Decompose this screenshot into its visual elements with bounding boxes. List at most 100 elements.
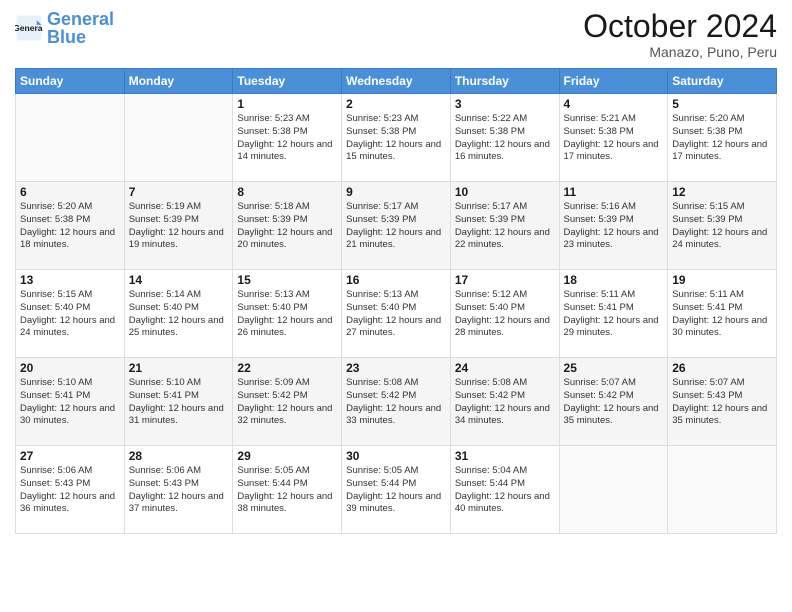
calendar-cell: 31 Sunrise: 5:04 AMSunset: 5:44 PMDayligh… [450, 446, 559, 534]
day-info: Sunrise: 5:13 AMSunset: 5:40 PMDaylight:… [237, 289, 337, 340]
calendar-week-row: 27 Sunrise: 5:06 AMSunset: 5:43 PMDayligh… [16, 446, 777, 534]
day-number: 24 [455, 361, 555, 375]
calendar-cell: 22 Sunrise: 5:09 AMSunset: 5:42 PMDayligh… [233, 358, 342, 446]
calendar-cell [559, 446, 668, 534]
calendar-week-row: 20Sunrise: 5:10 AMSunset: 5:41 PMDayligh… [16, 358, 777, 446]
logo: General General Blue [15, 10, 114, 46]
calendar-cell: 5 Sunrise: 5:20 AMSunset: 5:38 PMDaylight… [668, 94, 777, 182]
calendar-week-row: 6 Sunrise: 5:20 AMSunset: 5:38 PMDaylight… [16, 182, 777, 270]
day-info: Sunrise: 5:20 AMSunset: 5:38 PMDaylight:… [672, 113, 772, 164]
day-info: Sunrise: 5:15 AMSunset: 5:40 PMDaylight:… [20, 289, 120, 340]
day-number: 6 [20, 185, 120, 199]
day-number: 9 [346, 185, 446, 199]
calendar-cell [668, 446, 777, 534]
day-info: Sunrise: 5:05 AMSunset: 5:44 PMDaylight:… [346, 465, 446, 516]
day-info: Sunrise: 5:08 AMSunset: 5:42 PMDaylight:… [455, 377, 555, 428]
day-info: Sunrise: 5:07 AMSunset: 5:42 PMDaylight:… [564, 377, 664, 428]
day-number: 26 [672, 361, 772, 375]
day-number: 30 [346, 449, 446, 463]
calendar-cell: 24 Sunrise: 5:08 AMSunset: 5:42 PMDayligh… [450, 358, 559, 446]
day-info: Sunrise: 5:04 AMSunset: 5:44 PMDaylight:… [455, 465, 555, 516]
day-number: 31 [455, 449, 555, 463]
calendar-header-saturday: Saturday [668, 69, 777, 94]
location-subtitle: Manazo, Puno, Peru [583, 44, 777, 60]
day-info: Sunrise: 5:08 AMSunset: 5:42 PMDaylight:… [346, 377, 446, 428]
day-number: 13 [20, 273, 120, 287]
day-number: 15 [237, 273, 337, 287]
day-number: 5 [672, 97, 772, 111]
day-info: Sunrise: 5:13 AMSunset: 5:40 PMDaylight:… [346, 289, 446, 340]
calendar-cell: 14Sunrise: 5:14 AMSunset: 5:40 PMDayligh… [124, 270, 233, 358]
day-info: Sunrise: 5:11 AMSunset: 5:41 PMDaylight:… [672, 289, 772, 340]
title-area: October 2024 Manazo, Puno, Peru [583, 10, 777, 60]
day-info: Sunrise: 5:12 AMSunset: 5:40 PMDaylight:… [455, 289, 555, 340]
day-number: 25 [564, 361, 664, 375]
calendar-header-thursday: Thursday [450, 69, 559, 94]
calendar-cell [16, 94, 125, 182]
day-info: Sunrise: 5:15 AMSunset: 5:39 PMDaylight:… [672, 201, 772, 252]
day-number: 29 [237, 449, 337, 463]
day-info: Sunrise: 5:10 AMSunset: 5:41 PMDaylight:… [129, 377, 229, 428]
day-info: Sunrise: 5:06 AMSunset: 5:43 PMDaylight:… [129, 465, 229, 516]
calendar-cell: 2 Sunrise: 5:23 AMSunset: 5:38 PMDaylight… [342, 94, 451, 182]
calendar-cell: 12 Sunrise: 5:15 AMSunset: 5:39 PMDayligh… [668, 182, 777, 270]
calendar-cell: 10 Sunrise: 5:17 AMSunset: 5:39 PMDayligh… [450, 182, 559, 270]
calendar-header-sunday: Sunday [16, 69, 125, 94]
day-number: 12 [672, 185, 772, 199]
day-number: 10 [455, 185, 555, 199]
day-info: Sunrise: 5:20 AMSunset: 5:38 PMDaylight:… [20, 201, 120, 252]
day-number: 14 [129, 273, 229, 287]
day-info: Sunrise: 5:06 AMSunset: 5:43 PMDaylight:… [20, 465, 120, 516]
day-info: Sunrise: 5:09 AMSunset: 5:42 PMDaylight:… [237, 377, 337, 428]
calendar-cell: 13 Sunrise: 5:15 AMSunset: 5:40 PMDayligh… [16, 270, 125, 358]
day-info: Sunrise: 5:10 AMSunset: 5:41 PMDaylight:… [20, 377, 120, 428]
day-info: Sunrise: 5:21 AMSunset: 5:38 PMDaylight:… [564, 113, 664, 164]
day-info: Sunrise: 5:23 AMSunset: 5:38 PMDaylight:… [346, 113, 446, 164]
calendar-cell: 1 Sunrise: 5:23 AMSunset: 5:38 PMDaylight… [233, 94, 342, 182]
day-number: 19 [672, 273, 772, 287]
day-number: 8 [237, 185, 337, 199]
day-info: Sunrise: 5:18 AMSunset: 5:39 PMDaylight:… [237, 201, 337, 252]
day-info: Sunrise: 5:16 AMSunset: 5:39 PMDaylight:… [564, 201, 664, 252]
day-number: 18 [564, 273, 664, 287]
calendar-header-monday: Monday [124, 69, 233, 94]
day-number: 16 [346, 273, 446, 287]
calendar-cell: 15 Sunrise: 5:13 AMSunset: 5:40 PMDayligh… [233, 270, 342, 358]
month-title: October 2024 [583, 10, 777, 42]
day-number: 4 [564, 97, 664, 111]
day-number: 2 [346, 97, 446, 111]
calendar-cell: 26 Sunrise: 5:07 AMSunset: 5:43 PMDayligh… [668, 358, 777, 446]
day-info: Sunrise: 5:23 AMSunset: 5:38 PMDaylight:… [237, 113, 337, 164]
calendar-cell: 18Sunrise: 5:11 AMSunset: 5:41 PMDayligh… [559, 270, 668, 358]
calendar-table: SundayMondayTuesdayWednesdayThursdayFrid… [15, 68, 777, 534]
day-info: Sunrise: 5:17 AMSunset: 5:39 PMDaylight:… [455, 201, 555, 252]
day-number: 3 [455, 97, 555, 111]
calendar-cell: 25 Sunrise: 5:07 AMSunset: 5:42 PMDayligh… [559, 358, 668, 446]
day-number: 7 [129, 185, 229, 199]
calendar-header-row: SundayMondayTuesdayWednesdayThursdayFrid… [16, 69, 777, 94]
day-info: Sunrise: 5:05 AMSunset: 5:44 PMDaylight:… [237, 465, 337, 516]
day-info: Sunrise: 5:19 AMSunset: 5:39 PMDaylight:… [129, 201, 229, 252]
calendar-cell: 9 Sunrise: 5:17 AMSunset: 5:39 PMDaylight… [342, 182, 451, 270]
day-info: Sunrise: 5:17 AMSunset: 5:39 PMDaylight:… [346, 201, 446, 252]
calendar-cell: 20Sunrise: 5:10 AMSunset: 5:41 PMDayligh… [16, 358, 125, 446]
calendar-cell: 29 Sunrise: 5:05 AMSunset: 5:44 PMDayligh… [233, 446, 342, 534]
day-number: 11 [564, 185, 664, 199]
calendar-cell [124, 94, 233, 182]
calendar-cell: 17 Sunrise: 5:12 AMSunset: 5:40 PMDayligh… [450, 270, 559, 358]
calendar-cell: 21 Sunrise: 5:10 AMSunset: 5:41 PMDayligh… [124, 358, 233, 446]
day-info: Sunrise: 5:07 AMSunset: 5:43 PMDaylight:… [672, 377, 772, 428]
day-number: 23 [346, 361, 446, 375]
day-number: 17 [455, 273, 555, 287]
calendar-cell: 4 Sunrise: 5:21 AMSunset: 5:38 PMDaylight… [559, 94, 668, 182]
calendar-cell: 3 Sunrise: 5:22 AMSunset: 5:38 PMDaylight… [450, 94, 559, 182]
logo-text-line1: General [47, 10, 114, 28]
day-number: 1 [237, 97, 337, 111]
day-number: 21 [129, 361, 229, 375]
logo-text-line2: Blue [47, 28, 114, 46]
day-info: Sunrise: 5:22 AMSunset: 5:38 PMDaylight:… [455, 113, 555, 164]
day-number: 22 [237, 361, 337, 375]
calendar-week-row: 13 Sunrise: 5:15 AMSunset: 5:40 PMDayligh… [16, 270, 777, 358]
day-number: 27 [20, 449, 120, 463]
calendar-cell: 19 Sunrise: 5:11 AMSunset: 5:41 PMDayligh… [668, 270, 777, 358]
